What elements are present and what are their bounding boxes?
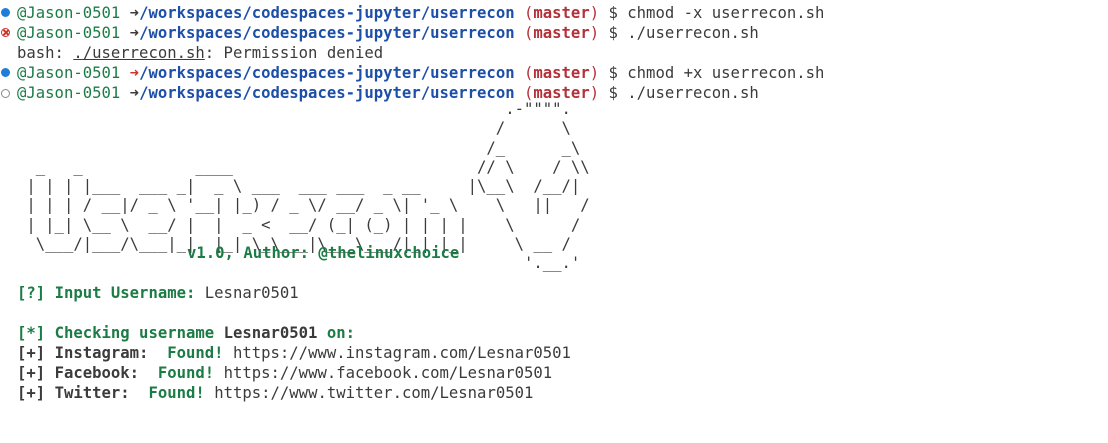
- file-link[interactable]: ./userrecon.sh: [73, 44, 204, 62]
- input-label: Input Username:: [54, 284, 196, 302]
- prompt-user: @Jason-0501: [17, 4, 121, 22]
- prompt-line: @Jason-0501 ➜/workspaces/codespaces-jupy…: [0, 63, 824, 83]
- prompt-arrow-icon: ➜: [129, 4, 140, 22]
- result-status: Found!: [157, 364, 215, 382]
- error-output: bash: ./userrecon.sh: Permission denied: [17, 44, 384, 62]
- result-site: Twitter:: [54, 384, 130, 402]
- result-row: [+] Twitter: Found! https://www.twitter.…: [17, 384, 534, 402]
- input-username-line: [?] Input Username: Lesnar0501: [17, 284, 299, 302]
- result-row: [+] Facebook: Found! https://www.faceboo…: [17, 364, 553, 382]
- command-text: chmod +x userrecon.sh: [627, 64, 825, 82]
- banner-author: v1.0, Author: @thelinuxchoice: [187, 244, 460, 262]
- command-text: ./userrecon.sh: [627, 84, 759, 102]
- prompt-arrow-icon: ➜: [129, 24, 140, 42]
- prompt-line: @Jason-0501 ➜/workspaces/codespaces-jupy…: [0, 23, 759, 43]
- result-row: [+] Instagram: Found! https://www.instag…: [17, 344, 571, 362]
- result-url[interactable]: https://www.facebook.com/Lesnar0501: [224, 364, 553, 382]
- command-text: chmod -x userrecon.sh: [627, 4, 825, 22]
- command-failed-icon[interactable]: [0, 23, 14, 43]
- prompt-line: @Jason-0501 ➜/workspaces/codespaces-jupy…: [0, 3, 824, 23]
- result-url[interactable]: https://www.instagram.com/Lesnar0501: [233, 344, 571, 362]
- result-site: Facebook:: [54, 364, 140, 382]
- username-value: Lesnar0501: [204, 284, 299, 302]
- command-success-icon[interactable]: [0, 63, 14, 83]
- command-success-icon[interactable]: [0, 3, 14, 23]
- result-site: Instagram:: [54, 344, 149, 362]
- checking-line: [*] Checking username Lesnar0501 on:: [17, 324, 356, 342]
- result-status: Found!: [148, 384, 205, 402]
- terminal-output[interactable]: @Jason-0501 ➜/workspaces/codespaces-jupy…: [0, 0, 1108, 407]
- checking-username: Lesnar0501: [223, 324, 318, 342]
- prompt-branch: master: [533, 4, 590, 22]
- command-running-icon[interactable]: [0, 83, 14, 103]
- prompt-arrow-icon: ➜: [129, 64, 140, 82]
- prompt-path: /workspaces/codespaces-jupyter/userrecon: [139, 4, 515, 22]
- command-text: ./userrecon.sh: [627, 24, 759, 42]
- result-status: Found!: [167, 344, 224, 362]
- result-url[interactable]: https://www.twitter.com/Lesnar0501: [214, 384, 533, 402]
